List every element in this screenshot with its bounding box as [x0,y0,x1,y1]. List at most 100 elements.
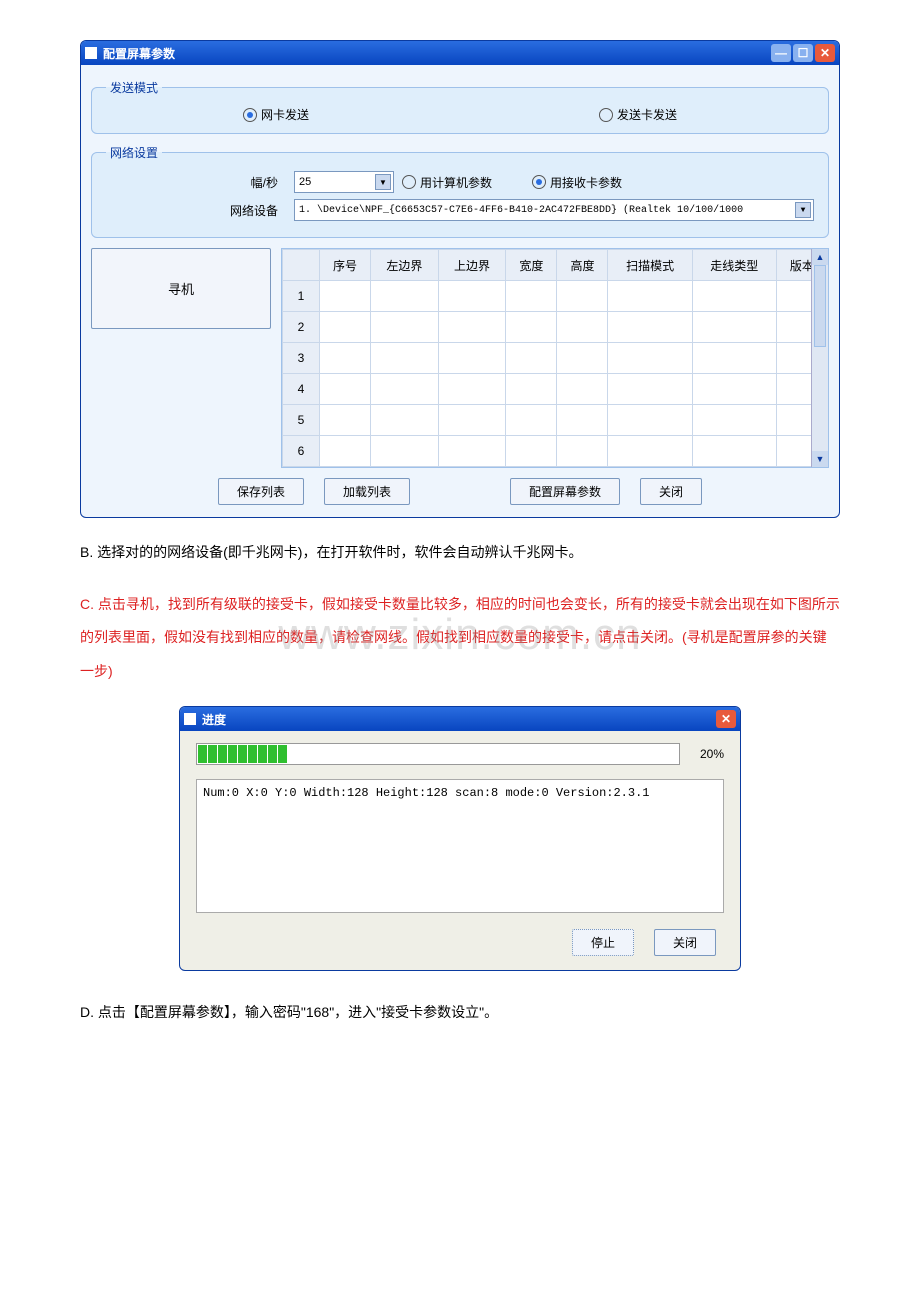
th-height: 高度 [557,250,608,281]
minimize-button[interactable]: — [771,44,791,62]
table-cell [371,281,439,312]
radio-card-send-label: 发送卡发送 [617,106,677,123]
progress-percent: 20% [688,747,724,761]
table-cell [608,405,692,436]
table-cell [557,281,608,312]
table-cell [608,374,692,405]
config-screen-params-window: 配置屏幕参数 — ☐ ✕ 发送模式 网卡发送 发送卡发送 网络设置 幅/秒 [80,40,840,518]
progress-window: 进度 ✕ 20% Num:0 X:0 Y:0 Width:128 Height:… [179,706,741,971]
maximize-button[interactable]: ☐ [793,44,813,62]
table-cell [692,343,776,374]
config-params-button[interactable]: 配置屏幕参数 [510,478,620,505]
table-header-row: 序号 左边界 上边界 宽度 高度 扫描模式 走线类型 版本 [283,250,828,281]
table-cell [506,281,557,312]
th-route: 走线类型 [692,250,776,281]
progress-close-button[interactable]: 关闭 [654,929,716,956]
radio-card-send[interactable]: 发送卡发送 [599,106,677,123]
table-cell [438,312,506,343]
save-list-button[interactable]: 保存列表 [218,478,304,505]
fps-label: 幅/秒 [106,174,286,191]
table-row[interactable]: 4 [283,374,828,405]
load-list-button[interactable]: 加载列表 [324,478,410,505]
table-row[interactable]: 2 [283,312,828,343]
row-number: 6 [283,436,320,467]
table-row[interactable]: 6 [283,436,828,467]
table-cell [438,374,506,405]
table-cell [506,436,557,467]
scroll-up-icon[interactable]: ▲ [812,249,828,265]
row-number: 2 [283,312,320,343]
radio-nic-send-label: 网卡发送 [261,106,309,123]
th-seq: 序号 [320,250,371,281]
table-row[interactable]: 1 [283,281,828,312]
table-cell [608,281,692,312]
radio-receiver-params[interactable]: 用接收卡参数 [532,174,622,191]
table-row[interactable]: 5 [283,405,828,436]
th-scan: 扫描模式 [608,250,692,281]
table-cell [320,405,371,436]
table-cell [557,343,608,374]
table-cell [692,312,776,343]
table-cell [320,312,371,343]
th-top: 上边界 [438,250,506,281]
close-button[interactable]: ✕ [815,44,835,62]
radio-computer-params[interactable]: 用计算机参数 [402,174,492,191]
paragraph-b: B. 选择对的的网络设备(即千兆网卡)，在打开软件时，软件会自动辨认千兆网卡。 [80,536,840,570]
table-cell [608,436,692,467]
row-number: 1 [283,281,320,312]
table-cell [438,405,506,436]
table-scrollbar[interactable]: ▲ ▼ [811,249,828,467]
table-cell [506,405,557,436]
window-title: 配置屏幕参数 [103,45,175,62]
th-left: 左边界 [371,250,439,281]
radio-computer-params-label: 用计算机参数 [420,174,492,191]
radio-receiver-params-label: 用接收卡参数 [550,174,622,191]
table-cell [608,343,692,374]
table-cell [320,436,371,467]
table-cell [438,436,506,467]
table-cell [692,436,776,467]
network-settings-group: 网络设置 幅/秒 25 ▼ 用计算机参数 用接收卡参数 [91,144,829,238]
fps-select[interactable]: 25 ▼ [294,171,394,193]
fps-value: 25 [299,176,311,188]
table-cell [692,405,776,436]
table-cell [438,343,506,374]
th-width: 宽度 [506,250,557,281]
radio-nic-send[interactable]: 网卡发送 [243,106,309,123]
table-cell [320,374,371,405]
table-cell [557,374,608,405]
chevron-down-icon: ▼ [375,174,391,190]
progress-title: 进度 [202,711,226,728]
table-cell [692,374,776,405]
receiver-table: 序号 左边界 上边界 宽度 高度 扫描模式 走线类型 版本 123456 ▲ [281,248,829,468]
table-row[interactable]: 3 [283,343,828,374]
table-cell [320,343,371,374]
device-select[interactable]: 1. \Device\NPF_{C6653C57-C7E6-4FF6-B410-… [294,199,814,221]
table-cell [692,281,776,312]
device-value: 1. \Device\NPF_{C6653C57-C7E6-4FF6-B410-… [299,205,743,216]
send-mode-legend: 发送模式 [106,79,162,96]
network-settings-legend: 网络设置 [106,144,162,161]
send-mode-group: 发送模式 网卡发送 发送卡发送 [91,79,829,134]
table-cell [371,436,439,467]
titlebar: 配置屏幕参数 — ☐ ✕ [81,41,839,65]
table-cell [320,281,371,312]
progress-close-x[interactable]: ✕ [716,710,736,728]
table-cell [438,281,506,312]
app-icon [85,47,97,59]
row-number: 3 [283,343,320,374]
scroll-thumb[interactable] [814,265,826,347]
paragraph-d: D. 点击【配置屏幕参数】，输入密码"168"，进入"接受卡参数设立"。 [80,996,840,1030]
table-cell [506,312,557,343]
close-button-bottom[interactable]: 关闭 [640,478,702,505]
table-cell [557,436,608,467]
seek-button[interactable]: 寻机 [91,248,271,329]
table-cell [371,312,439,343]
table-cell [371,405,439,436]
paragraph-c: C. 点击寻机，找到所有级联的接受卡，假如接受卡数量比较多，相应的时间也会变长，… [80,588,840,689]
stop-button[interactable]: 停止 [572,929,634,956]
table-cell [506,343,557,374]
scroll-down-icon[interactable]: ▼ [812,451,828,467]
progress-titlebar: 进度 ✕ [180,707,740,731]
log-output: Num:0 X:0 Y:0 Width:128 Height:128 scan:… [196,779,724,913]
